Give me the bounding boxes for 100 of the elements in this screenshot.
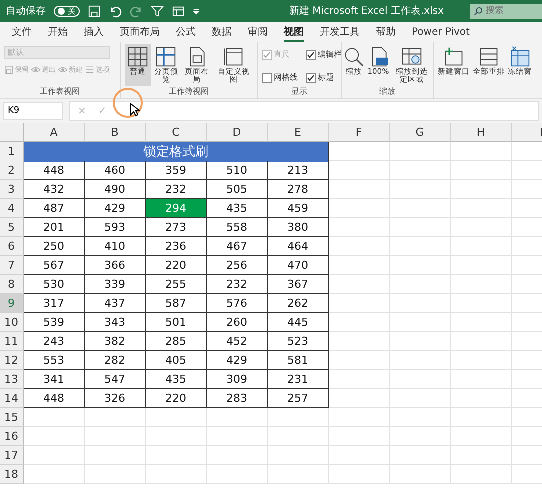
table-cell: 366: [85, 256, 146, 275]
row-header[interactable]: 12: [0, 351, 24, 370]
empty-cell: [329, 294, 390, 313]
empty-cell: [268, 408, 329, 427]
row-header[interactable]: 3: [0, 180, 24, 199]
table-cell: 553: [24, 351, 85, 370]
empty-cell: [451, 161, 512, 180]
ribbon-tab[interactable]: 公式: [168, 22, 204, 42]
row-header[interactable]: 2: [0, 161, 24, 180]
table-cell: 256: [207, 256, 268, 275]
page-break-icon: [155, 46, 178, 68]
empty-cell: [451, 332, 512, 351]
grid-icon: [126, 46, 149, 68]
row-header[interactable]: 11: [0, 332, 24, 351]
save-icon[interactable]: [88, 4, 101, 18]
row-header[interactable]: 18: [0, 465, 24, 484]
show-checkbox[interactable]: 网格线: [262, 69, 298, 86]
ribbon-tab[interactable]: 数据: [204, 22, 240, 42]
row-header[interactable]: 16: [0, 427, 24, 446]
ribbon-tab[interactable]: 开始: [40, 22, 76, 42]
checkbox-icon: [306, 72, 316, 82]
table-cell: 243: [24, 332, 85, 351]
ribbon-tab[interactable]: 文件: [4, 22, 40, 42]
redo-icon[interactable]: [130, 4, 143, 18]
ribbon-tab[interactable]: 视图: [276, 22, 312, 42]
window-title: 新建 Microsoft Excel 工作表.xlsx: [289, 4, 444, 18]
column-header[interactable]: G: [390, 123, 451, 142]
show-checkbox[interactable]: 标题: [306, 69, 342, 86]
form-icon[interactable]: [172, 4, 185, 18]
checkbox-icon: [306, 50, 316, 60]
customize-caret-icon[interactable]: [193, 8, 200, 14]
column-header[interactable]: A: [24, 123, 85, 142]
table-cell: 382: [85, 332, 146, 351]
column-header[interactable]: F: [329, 123, 390, 142]
autosave-toggle[interactable]: 关: [54, 6, 80, 16]
search-icon: [474, 6, 483, 16]
undo-icon[interactable]: [109, 4, 122, 18]
table-cell: 487: [24, 199, 85, 218]
group-label: 缩放: [378, 86, 396, 98]
empty-cell: [329, 256, 390, 275]
row-header[interactable]: 5: [0, 218, 24, 237]
row-header[interactable]: 7: [0, 256, 24, 275]
column-header[interactable]: E: [268, 123, 329, 142]
row-header[interactable]: 17: [0, 446, 24, 465]
show-checkbox[interactable]: 编辑栏: [306, 46, 342, 63]
empty-cell: [390, 237, 451, 256]
empty-cell: [146, 427, 207, 446]
row-header[interactable]: 10: [0, 313, 24, 332]
row-header[interactable]: 15: [0, 408, 24, 427]
name-box[interactable]: K9: [3, 102, 63, 120]
empty-cell: [329, 351, 390, 370]
table-cell: 452: [207, 332, 268, 351]
empty-cell: [329, 218, 390, 237]
column-header[interactable]: C: [146, 123, 207, 142]
row-header[interactable]: 4: [0, 199, 24, 218]
row-header[interactable]: 1: [0, 142, 24, 162]
table-cell: 309: [207, 370, 268, 389]
ribbon-tab[interactable]: 插入: [76, 22, 112, 42]
group-label: 工作簿视图: [168, 86, 210, 98]
ribbon-tab[interactable]: Power Pivot: [404, 22, 478, 42]
ribbon-tab[interactable]: 开发工具: [312, 22, 368, 42]
empty-cell: [85, 446, 146, 465]
empty-cell: [451, 180, 512, 199]
empty-cell: [451, 142, 512, 161]
empty-cell: [329, 389, 390, 408]
table-cell: 501: [146, 313, 207, 332]
column-header[interactable]: H: [451, 123, 512, 142]
row-header[interactable]: 9: [0, 294, 24, 313]
empty-cell: [390, 351, 451, 370]
cursor-icon: [130, 103, 140, 117]
table-cell: 220: [146, 389, 207, 408]
column-header[interactable]: D: [207, 123, 268, 142]
table-cell: 464: [268, 237, 329, 256]
filter-icon[interactable]: [151, 4, 164, 18]
table-cell: 581: [268, 351, 329, 370]
ribbon-tab[interactable]: 页面布局: [112, 22, 168, 42]
table-cell: 547: [85, 370, 146, 389]
table-cell: 505: [207, 180, 268, 199]
empty-cell: [390, 446, 451, 465]
table-cell: 445: [268, 313, 329, 332]
table-cell: 470: [268, 256, 329, 275]
table-cell: 220: [146, 256, 207, 275]
new-window-icon: [443, 46, 465, 68]
table-cell: 530: [24, 275, 85, 294]
empty-cell: [329, 237, 390, 256]
ribbon-tab[interactable]: 审阅: [240, 22, 276, 42]
table-cell: 201: [24, 218, 85, 237]
zoom-selection-icon: [401, 46, 423, 68]
table-cell: 410: [85, 237, 146, 256]
list-icon: [85, 65, 95, 75]
empty-cell: [207, 408, 268, 427]
zoom-icon: [343, 46, 365, 68]
ribbon-tab[interactable]: 帮助: [368, 22, 404, 42]
group-label: 工作表视图: [39, 86, 81, 98]
row-header[interactable]: 8: [0, 275, 24, 294]
table-cell: 460: [85, 161, 146, 180]
row-header[interactable]: 14: [0, 389, 24, 408]
row-header[interactable]: 6: [0, 237, 24, 256]
column-header[interactable]: B: [85, 123, 146, 142]
row-header[interactable]: 13: [0, 370, 24, 389]
